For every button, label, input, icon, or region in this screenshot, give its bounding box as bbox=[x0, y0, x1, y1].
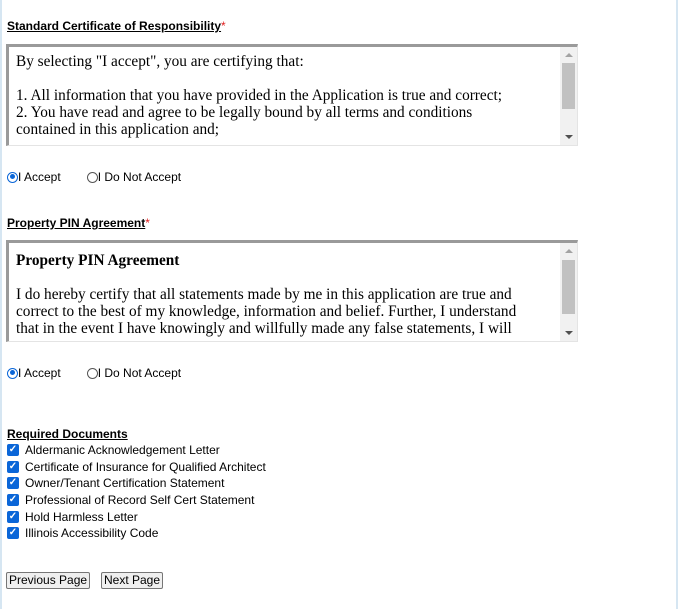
document-label: Aldermanic Acknowledgement Letter bbox=[25, 443, 220, 458]
pin-agreement-accept-radio[interactable]: I Accept bbox=[7, 366, 61, 380]
radio-selected-icon[interactable] bbox=[7, 367, 18, 379]
scroll-down-arrow-icon[interactable] bbox=[560, 129, 577, 145]
certificate-line: By selecting "I accept", you are certify… bbox=[16, 53, 304, 70]
pin-agreement-title: Property PIN Agreement* bbox=[7, 216, 150, 230]
radio-label: I Do Not Accept bbox=[97, 170, 182, 184]
document-item[interactable]: ✓ Owner/Tenant Certification Statement bbox=[7, 475, 266, 492]
certificate-title: Standard Certificate of Responsibility* bbox=[7, 19, 226, 33]
required-documents-list: ✓ Aldermanic Acknowledgement Letter ✓ Cert… bbox=[7, 442, 266, 542]
radio-label: I Accept bbox=[18, 366, 61, 380]
certificate-line: 1. All information that you have provide… bbox=[16, 87, 502, 104]
pin-agreement-textarea[interactable]: Property PIN Agreement I do hereby certi… bbox=[6, 240, 578, 342]
pin-agreement-line: that in the event I have knowingly and w… bbox=[16, 320, 512, 337]
scroll-up-arrow-icon[interactable] bbox=[560, 47, 577, 63]
document-item[interactable]: ✓ Illinois Accessibility Code bbox=[7, 525, 266, 542]
document-item[interactable]: ✓ Certificate of Insurance for Qualified … bbox=[7, 459, 266, 476]
radio-unselected-icon[interactable] bbox=[86, 367, 98, 379]
scroll-up-arrow-icon[interactable] bbox=[560, 243, 577, 259]
document-label: Illinois Accessibility Code bbox=[25, 526, 159, 541]
pin-agreement-decline-radio[interactable]: I Do Not Accept bbox=[86, 366, 182, 380]
checkbox-checked-icon[interactable]: ✓ bbox=[7, 494, 19, 507]
certificate-text: By selecting "I accept", you are certify… bbox=[16, 53, 551, 138]
document-label: Owner/Tenant Certification Statement bbox=[25, 476, 225, 491]
pin-agreement-text: Property PIN Agreement I do hereby certi… bbox=[16, 252, 551, 337]
document-label: Professional of Record Self Cert Stateme… bbox=[25, 493, 255, 508]
frame-right-border bbox=[676, 0, 678, 609]
certificate-textarea[interactable]: By selecting "I accept", you are certify… bbox=[6, 44, 578, 146]
pin-agreement-scrollbar[interactable] bbox=[560, 243, 577, 341]
certificate-radio-group: I Accept I Do Not Accept bbox=[7, 170, 195, 184]
scrollbar-thumb[interactable] bbox=[562, 63, 575, 109]
document-label: Certificate of Insurance for Qualified A… bbox=[25, 459, 266, 474]
certificate-line: 2. You have read and agree to be legally… bbox=[16, 104, 473, 121]
document-item[interactable]: ✓ Hold Harmless Letter bbox=[7, 508, 266, 525]
radio-label: I Do Not Accept bbox=[97, 366, 182, 380]
checkbox-checked-icon[interactable]: ✓ bbox=[7, 460, 19, 473]
certificate-scrollbar[interactable] bbox=[560, 47, 577, 145]
required-marker: * bbox=[145, 216, 150, 230]
radio-selected-icon[interactable] bbox=[7, 171, 18, 183]
next-page-button[interactable]: Next Page bbox=[101, 572, 164, 589]
certificate-line: contained in this application and; bbox=[16, 121, 220, 138]
checkbox-checked-icon[interactable]: ✓ bbox=[7, 510, 19, 523]
document-item[interactable]: ✓ Aldermanic Acknowledgement Letter bbox=[7, 442, 266, 459]
document-label: Hold Harmless Letter bbox=[25, 509, 138, 524]
pin-agreement-title-text: Property PIN Agreement bbox=[7, 216, 146, 230]
scrollbar-thumb[interactable] bbox=[562, 260, 575, 314]
certificate-decline-radio[interactable]: I Do Not Accept bbox=[86, 170, 182, 184]
checkbox-checked-icon[interactable]: ✓ bbox=[7, 477, 19, 490]
previous-page-button[interactable]: Previous Page bbox=[6, 572, 91, 589]
radio-label: I Accept bbox=[18, 170, 61, 184]
required-documents-title: Required Documents bbox=[7, 427, 128, 441]
scroll-down-arrow-icon[interactable] bbox=[560, 325, 577, 341]
pin-agreement-radio-group: I Accept I Do Not Accept bbox=[7, 366, 195, 380]
checkbox-checked-icon[interactable]: ✓ bbox=[7, 527, 19, 540]
pin-agreement-line: I do hereby certify that all statements … bbox=[16, 286, 512, 303]
certificate-title-text: Standard Certificate of Responsibility bbox=[7, 19, 222, 33]
pin-agreement-line: correct to the best of my knowledge, inf… bbox=[16, 303, 517, 320]
radio-unselected-icon[interactable] bbox=[86, 171, 98, 183]
required-marker: * bbox=[221, 19, 226, 33]
certificate-accept-radio[interactable]: I Accept bbox=[7, 170, 61, 184]
checkbox-checked-icon[interactable]: ✓ bbox=[7, 444, 19, 457]
document-item[interactable]: ✓ Professional of Record Self Cert Statem… bbox=[7, 492, 266, 509]
frame-left-border bbox=[0, 0, 2, 609]
pin-agreement-heading: Property PIN Agreement bbox=[16, 252, 180, 269]
